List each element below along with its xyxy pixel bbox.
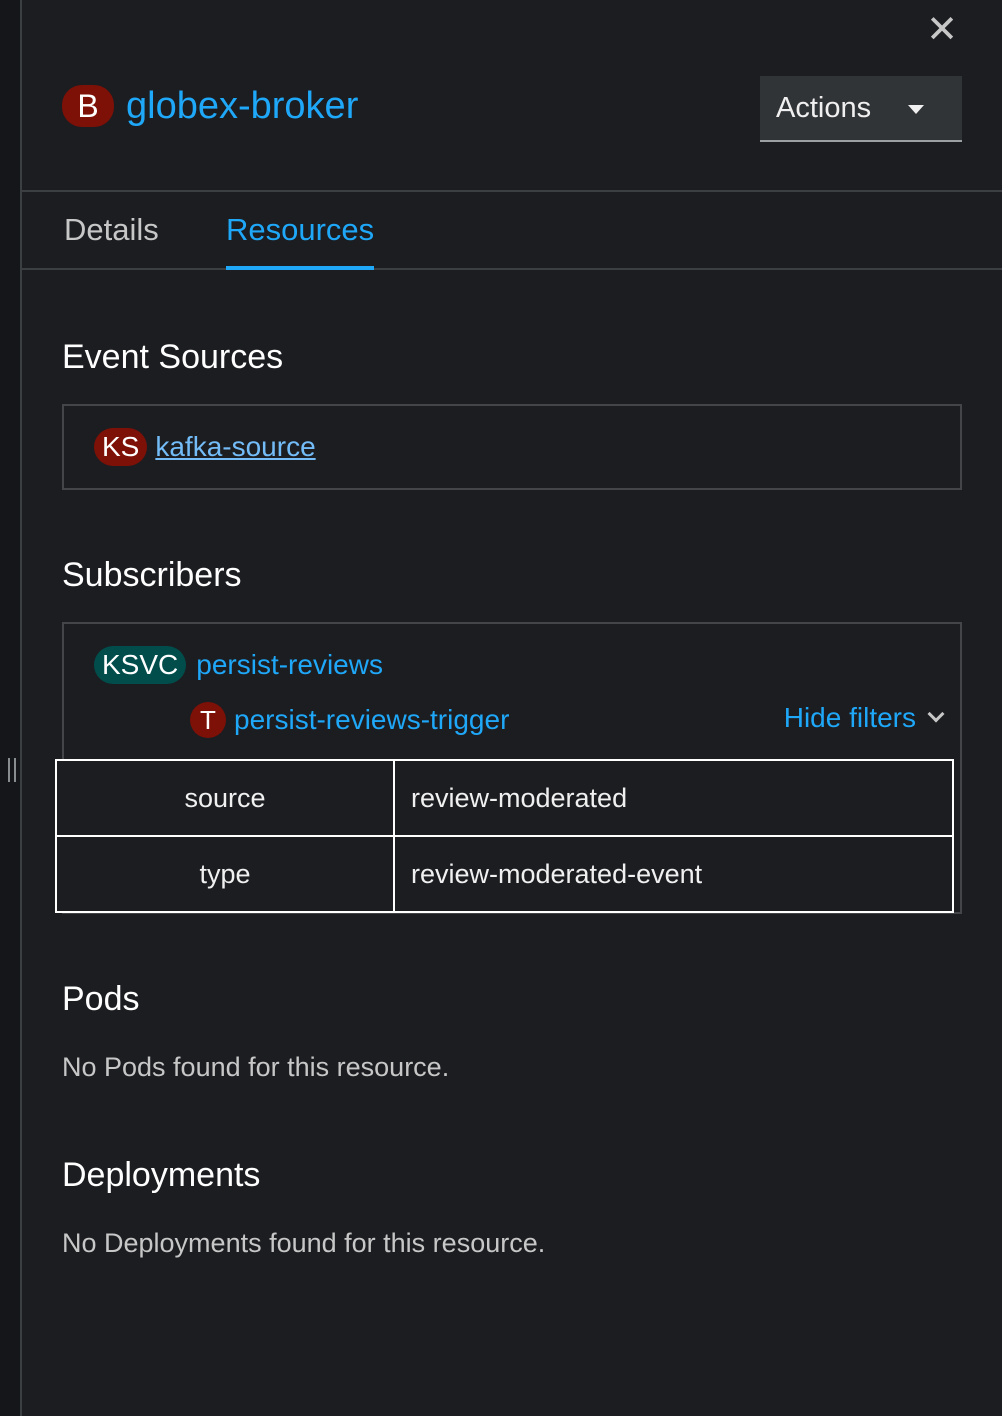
filters-table: source review-moderated type review-mode… <box>55 759 954 913</box>
tab-label: Resources <box>226 212 375 247</box>
table-row: type review-moderated-event <box>55 835 954 913</box>
persist-reviews-trigger-link[interactable]: persist-reviews-trigger <box>234 704 509 736</box>
list-item: KS kafka-source <box>94 428 316 466</box>
tab-label: Details <box>64 212 159 247</box>
filter-value: review-moderated-event <box>393 835 954 913</box>
filter-key: source <box>55 759 395 837</box>
hide-filters-toggle[interactable]: Hide filters <box>783 702 945 734</box>
actions-label: Actions <box>776 91 872 124</box>
caret-down-icon <box>908 105 924 114</box>
deployments-empty-text: No Deployments found for this resource. <box>62 1228 546 1258</box>
ksvc-badge: KSVC <box>94 646 187 684</box>
kafka-source-badge: KS <box>94 428 148 466</box>
pods-heading: Pods <box>62 980 140 1018</box>
filter-value: review-moderated <box>393 759 954 837</box>
panel-header: B globex-broker <box>62 78 358 134</box>
chevron-down-icon <box>927 705 945 723</box>
broker-badge: B <box>62 85 114 127</box>
list-item: T persist-reviews-trigger <box>190 702 509 738</box>
tab-resources[interactable]: Resources <box>226 192 375 270</box>
deployments-heading: Deployments <box>62 1156 261 1194</box>
pods-empty-text: No Pods found for this resource. <box>62 1052 450 1082</box>
page-title: globex-broker <box>126 84 359 127</box>
hide-filters-label: Hide filters <box>783 702 916 733</box>
active-tab-indicator <box>226 266 375 270</box>
left-resize-gutter <box>0 0 22 1416</box>
event-sources-list: KS kafka-source <box>62 404 962 490</box>
list-item: KSVC persist-reviews <box>94 646 383 684</box>
close-icon[interactable]: ✕ <box>922 10 962 50</box>
table-row: source review-moderated <box>55 759 954 837</box>
persist-reviews-link[interactable]: persist-reviews <box>196 649 383 681</box>
tab-bar: Details Resources <box>22 192 1002 270</box>
side-panel: ✕ B globex-broker Actions Details Resour… <box>22 0 1002 1416</box>
subscribers-heading: Subscribers <box>62 556 242 594</box>
kafka-source-link[interactable]: kafka-source <box>155 431 315 463</box>
tab-details[interactable]: Details <box>64 192 159 268</box>
filter-key: type <box>55 835 395 913</box>
trigger-badge: T <box>190 702 226 738</box>
event-sources-heading: Event Sources <box>62 338 284 376</box>
actions-dropdown[interactable]: Actions <box>760 76 962 142</box>
drag-handle-icon[interactable] <box>8 758 16 782</box>
